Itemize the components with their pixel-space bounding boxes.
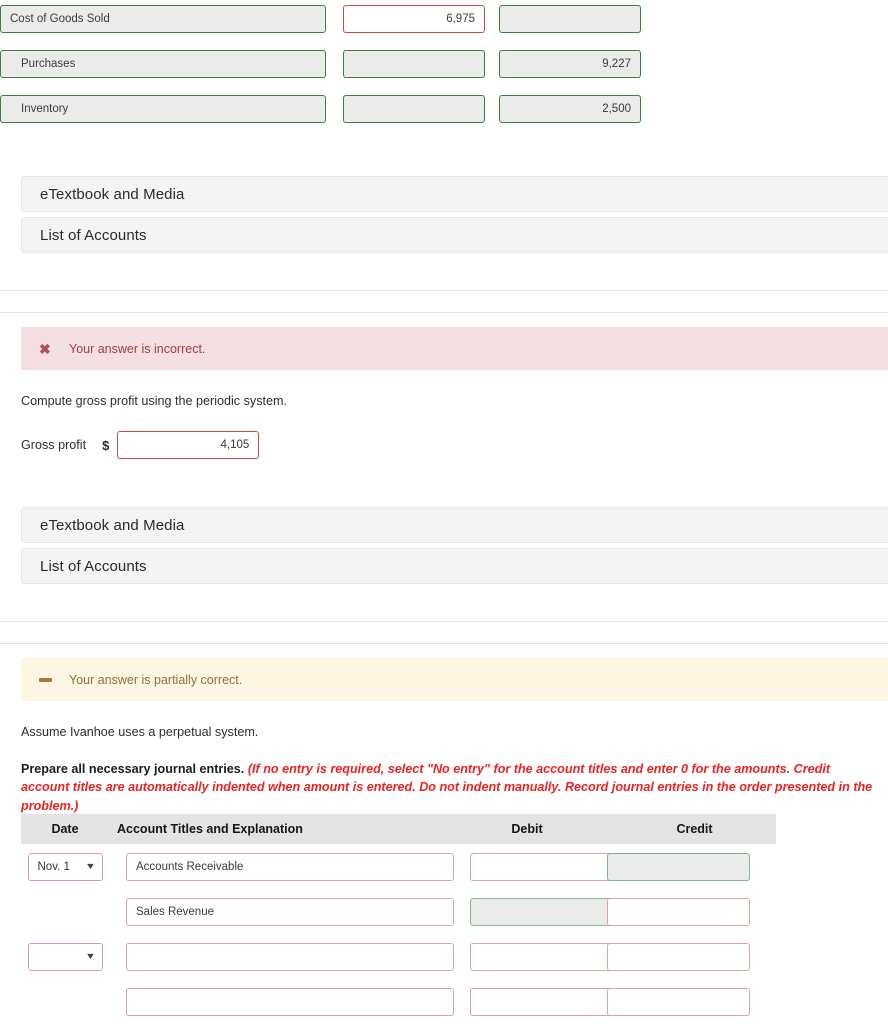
debit-cell [451,987,613,1016]
account-title-input-row4[interactable] [126,987,454,1016]
credit-field-inventory[interactable]: 2,500 [499,95,641,123]
section-divider [0,643,888,644]
debit-cell [451,852,613,881]
date-cell: Nov. 1 ▼ [21,852,109,881]
debit-input-row2[interactable] [470,897,613,926]
status-banner-incorrect: ✖ Your answer is incorrect. [21,327,888,370]
credit-input-row3[interactable] [607,942,750,971]
assignment-page: Cost of Goods Sold 6,975 Purchases 9,227… [0,0,888,1024]
column-header-credit: Credit [676,822,713,836]
status-banner-text: Your answer is partially correct. [69,672,243,687]
debit-field-cogs[interactable]: 6,975 [343,5,485,33]
table-row [21,979,776,1024]
credit-input-row4[interactable] [607,987,750,1016]
debit-input-row3[interactable] [470,942,613,971]
account-title-field-inventory[interactable]: Inventory [0,95,326,123]
credit-input-row1[interactable] [607,852,750,881]
debit-field-inventory[interactable] [343,95,485,123]
debit-field-purchases[interactable] [343,50,485,78]
chevron-down-icon: ▼ [84,951,96,961]
account-title-field-cogs[interactable]: Cost of Goods Sold [0,5,326,33]
account-cell [109,987,454,1016]
credit-cell [604,942,759,971]
dash-icon [39,677,61,682]
instruction-text: Compute gross profit using the periodic … [21,394,287,408]
date-select-row3[interactable]: ▼ [27,942,103,971]
list-of-accounts-label: List of Accounts [40,557,147,575]
list-of-accounts-label: List of Accounts [40,226,147,244]
gross-profit-input[interactable]: 4,105 [117,431,260,459]
account-title-input-row1[interactable]: Accounts Receivable [126,852,454,881]
credit-cell [604,897,759,926]
etextbook-and-media-link[interactable]: eTextbook and Media [21,507,888,543]
account-title-field-purchases[interactable]: Purchases [0,50,326,78]
section-divider [0,290,888,291]
account-cell: Accounts Receivable [109,852,454,881]
prepare-entries-instruction: Prepare all necessary journal entries. (… [21,760,873,815]
credit-cell [604,987,759,1016]
chevron-down-icon: ▼ [84,861,96,871]
credit-field-cogs[interactable] [499,5,641,33]
column-header-account: Account Titles and Explanation [117,822,303,836]
account-entry-row: Cost of Goods Sold 6,975 [0,5,641,33]
assume-text: Assume Ivanhoe uses a perpetual system. [21,725,259,739]
currency-symbol: $ [102,437,110,453]
list-of-accounts-link[interactable]: List of Accounts [21,548,888,584]
debit-input-row4[interactable] [470,987,613,1016]
gross-profit-input-row: Gross profit $ 4,105 [21,431,260,459]
account-title-input-row2[interactable]: Sales Revenue [126,897,454,926]
gross-profit-instruction: Compute gross profit using the periodic … [21,392,287,410]
etextbook-and-media-label: eTextbook and Media [40,516,185,534]
account-cell: Sales Revenue [109,897,454,926]
date-select-value: Nov. 1 [37,860,70,873]
etextbook-and-media-link[interactable]: eTextbook and Media [21,176,888,212]
debit-cell [451,942,613,971]
account-title-input-row3[interactable] [126,942,454,971]
date-select-row1[interactable]: Nov. 1 ▼ [27,852,103,881]
status-banner-text: Your answer is incorrect. [69,341,206,356]
list-of-accounts-link[interactable]: List of Accounts [21,217,888,253]
section-divider [0,312,888,313]
account-entry-row: Inventory 2,500 [0,95,641,123]
gross-profit-label: Gross profit [21,438,87,452]
status-banner-partially-correct: Your answer is partially correct. [21,658,888,701]
debit-cell [451,897,613,926]
column-header-debit: Debit [511,822,543,836]
table-row: Nov. 1 ▼ Accounts Receivable [21,844,776,889]
table-row: Sales Revenue [21,889,776,934]
column-header-date: Date [51,822,79,836]
etextbook-and-media-label: eTextbook and Media [40,185,185,203]
table-header-row: Date Account Titles and Explanation Debi… [21,814,776,844]
date-cell: ▼ [21,942,109,971]
credit-input-row2[interactable] [607,897,750,926]
x-mark-icon: ✖ [39,340,51,357]
journal-entry-table: Date Account Titles and Explanation Debi… [21,814,776,1024]
section-divider [0,621,888,622]
assume-perpetual-text: Assume Ivanhoe uses a perpetual system. [21,723,258,741]
debit-input-row1[interactable] [470,852,613,881]
account-cell [109,942,454,971]
account-entry-row: Purchases 9,227 [0,50,641,78]
table-row: ▼ [21,934,776,979]
credit-cell [604,852,759,881]
credit-field-purchases[interactable]: 9,227 [499,50,641,78]
prepare-lead-text: Prepare all necessary journal entries. [21,762,245,776]
